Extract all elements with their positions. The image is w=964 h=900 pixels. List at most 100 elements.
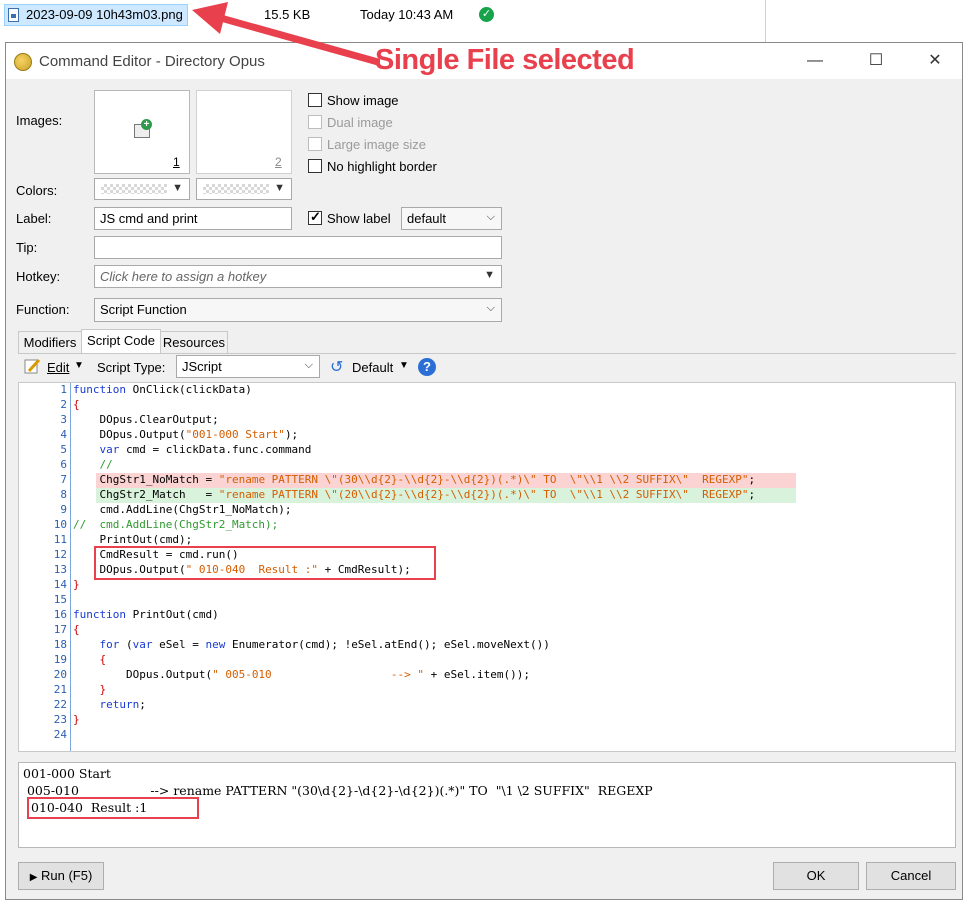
edit-pencil-icon[interactable] (23, 357, 41, 375)
show-image-checkbox[interactable] (308, 93, 322, 107)
line-number: 3 (60, 413, 67, 426)
image-slot-1[interactable]: + 1 (94, 90, 190, 174)
caret-down-icon[interactable]: ▼ (74, 360, 84, 371)
dual-image-checkbox[interactable] (308, 115, 322, 129)
label-input-value: JS cmd and print (100, 211, 198, 226)
show-image-label: Show image (327, 93, 399, 108)
function-type-value: Script Function (100, 302, 187, 317)
edit-menu-label[interactable]: Edit (47, 360, 69, 375)
hotkey-input[interactable]: Click here to assign a hotkey ▼ (94, 265, 502, 288)
code-line[interactable]: } (73, 683, 107, 696)
color-swatch (203, 184, 269, 194)
maximize-button[interactable]: ☐ (861, 50, 891, 72)
default-button-label[interactable]: Default (352, 360, 393, 375)
code-line[interactable]: // (73, 458, 112, 471)
ok-button[interactable]: OK (773, 862, 859, 890)
tab-modifiers[interactable]: Modifiers (18, 331, 82, 353)
annotation-arrow (192, 2, 380, 66)
output-line: 005-010 --> rename PATTERN "(30\d{2}-\d{… (23, 783, 653, 798)
images-label: Images: (16, 113, 63, 128)
line-number: 11 (53, 533, 67, 546)
code-line[interactable]: } (73, 578, 80, 591)
add-image-icon: + (134, 119, 152, 138)
tab-divider (18, 353, 956, 354)
show-label-checkbox[interactable]: ✓ (308, 209, 322, 225)
script-type-select[interactable]: JScript ⌵ (176, 355, 320, 378)
code-line[interactable]: DOpus.Output("001-000 Start"); (73, 428, 298, 441)
large-image-size-label: Large image size (327, 137, 426, 152)
code-line[interactable]: function OnClick(clickData) (73, 383, 252, 396)
directory-opus-app-icon (14, 53, 32, 71)
run-button[interactable]: ▶ Run (F5) (18, 862, 104, 890)
label-input[interactable]: JS cmd and print (94, 207, 292, 230)
line-number: 1 (60, 383, 67, 396)
code-line[interactable]: for (var eSel = new Enumerator(cmd); !eS… (73, 638, 550, 651)
no-highlight-border-label: No highlight border (327, 159, 437, 174)
chevron-down-icon: ⌵ (486, 211, 495, 223)
code-line[interactable]: return; (73, 698, 146, 711)
annotation-box-result (27, 797, 199, 819)
chevron-down-icon: ⌵ (486, 302, 495, 314)
play-icon: ▶ (29, 872, 38, 883)
large-image-size-checkbox[interactable] (308, 137, 322, 151)
line-number: 2 (60, 398, 67, 411)
code-line[interactable]: var cmd = clickData.func.command (73, 443, 312, 456)
run-button-label: Run (F5) (41, 868, 93, 883)
line-number: 10 (53, 518, 67, 531)
script-type-value: JScript (182, 359, 222, 374)
line-number: 19 (53, 653, 67, 666)
caret-down-icon[interactable]: ▼ (399, 360, 409, 371)
colors-label: Colors: (16, 183, 58, 198)
checkmark-icon: ✓ (479, 7, 494, 22)
function-label: Function: (16, 302, 70, 317)
close-button[interactable]: ✕ (920, 50, 950, 72)
code-line[interactable]: // cmd.AddLine(ChgStr2_Match); (73, 518, 278, 531)
hotkey-placeholder: Click here to assign a hotkey (100, 269, 267, 284)
help-icon[interactable]: ? (418, 358, 436, 376)
code-line[interactable]: DOpus.Output(" 005-010 --> " + eSel.item… (73, 668, 530, 681)
output-line: 001-000 Start (23, 766, 111, 781)
undo-arrow-icon[interactable]: ↺ (330, 357, 343, 377)
code-line[interactable]: ChgStr2_Match = "rename PATTERN \"(20\\d… (73, 488, 755, 501)
text-color-picker[interactable]: ▼ (94, 178, 190, 200)
minimize-button[interactable]: — (800, 50, 830, 72)
label-style-select[interactable]: default ⌵ (401, 207, 502, 230)
line-number: 23 (53, 713, 67, 726)
function-type-select[interactable]: Script Function ⌵ (94, 298, 502, 322)
image-file-icon (8, 8, 19, 22)
color-swatch (101, 184, 167, 194)
code-line[interactable]: ChgStr1_NoMatch = "rename PATTERN \"(30\… (73, 473, 755, 486)
tab-resources[interactable]: Resources (160, 331, 228, 353)
code-line[interactable]: { (73, 398, 80, 411)
background-color-picker[interactable]: ▼ (196, 178, 292, 200)
line-number: 20 (53, 668, 67, 681)
line-number: 7 (60, 473, 67, 486)
code-line[interactable]: DOpus.ClearOutput; (73, 413, 218, 426)
tip-label: Tip: (16, 240, 38, 255)
script-type-label: Script Type: (97, 360, 166, 375)
gutter-divider (70, 383, 71, 751)
line-number: 22 (53, 698, 67, 711)
code-line[interactable]: { (73, 623, 80, 636)
line-number: 6 (60, 458, 67, 471)
code-line[interactable]: } (73, 713, 80, 726)
tip-input[interactable] (94, 236, 502, 259)
code-line[interactable]: PrintOut(cmd); (73, 533, 192, 546)
line-number: 16 (53, 608, 67, 621)
code-line[interactable]: function PrintOut(cmd) (73, 608, 219, 621)
line-number: 17 (53, 623, 67, 636)
line-number: 21 (53, 683, 67, 696)
label-field-label: Label: (16, 211, 52, 226)
chevron-down-icon: ▼ (274, 182, 285, 194)
line-number: 24 (53, 728, 67, 741)
line-number: 5 (60, 443, 67, 456)
tab-script-code[interactable]: Script Code (81, 329, 161, 354)
code-line[interactable]: cmd.AddLine(ChgStr1_NoMatch); (73, 503, 291, 516)
label-style-value: default (407, 211, 447, 226)
no-highlight-border-checkbox[interactable] (308, 159, 322, 173)
image-slot-2[interactable]: 2 (196, 90, 292, 174)
line-number: 14 (53, 578, 67, 591)
cancel-button[interactable]: Cancel (866, 862, 956, 890)
code-line[interactable]: { (73, 653, 107, 666)
image-slot-2-number: 2 (275, 155, 282, 169)
